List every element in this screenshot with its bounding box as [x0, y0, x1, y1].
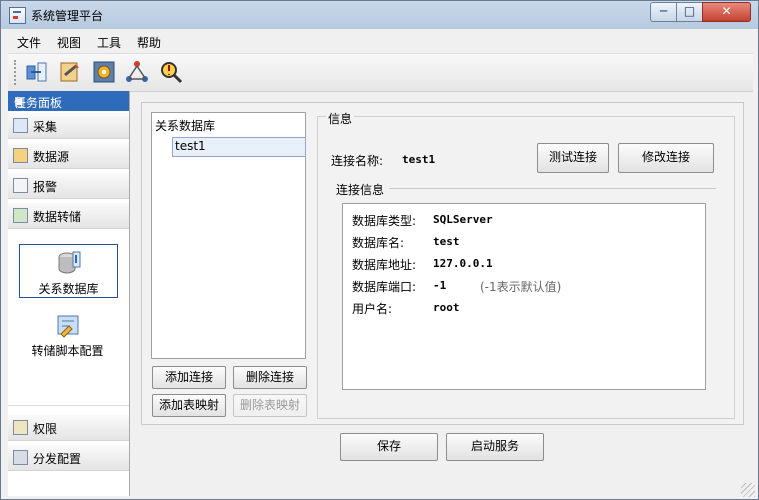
nav-item-relational-database[interactable]: 关系数据库	[19, 244, 118, 298]
topology-tool-icon[interactable]	[123, 58, 151, 86]
taskpane-group-label: 数据源	[33, 150, 70, 164]
taskpane-group-label: 分发配置	[33, 452, 82, 466]
close-button[interactable]: ✕	[702, 2, 751, 22]
details-divider	[336, 188, 716, 189]
db-port-label: 数据库端口:	[352, 280, 417, 294]
db-port-value: -1	[433, 279, 447, 292]
alarm-icon	[13, 178, 28, 193]
db-name-value: test	[433, 235, 460, 248]
info-group: 信息 连接名称: test1 测试连接 修改连接 连接信息 数据库类型: SQL…	[317, 110, 735, 419]
resize-grip[interactable]	[741, 483, 755, 497]
menu-tools[interactable]: 工具	[97, 34, 121, 51]
taskpane-group-label: 数据转储	[33, 210, 82, 224]
db-port-hint: (-1表示默认值)	[480, 280, 562, 294]
menu-help[interactable]: 帮助	[137, 34, 161, 51]
db-type-value: SQLServer	[433, 213, 493, 226]
db-name-label: 数据库名:	[352, 236, 405, 250]
add-connection-button[interactable]: 添加连接	[152, 366, 226, 389]
connection-tool-icon[interactable]	[23, 58, 51, 86]
permission-icon	[13, 420, 28, 435]
collect-icon	[13, 118, 28, 133]
connection-name-label: 连接名称:	[331, 154, 384, 168]
toolbar	[8, 53, 753, 92]
script-config-icon	[57, 315, 79, 338]
taskpane-group-alarm[interactable]: 报警	[8, 173, 129, 199]
menu-file[interactable]: 文件	[17, 34, 41, 51]
database-list-header: 关系数据库	[155, 119, 216, 133]
taskpane-group-data-transfer[interactable]: 数据转储	[8, 203, 129, 229]
menu-bar: 文件 视图 工具 帮助	[8, 30, 753, 52]
db-address-label: 数据库地址:	[352, 258, 417, 272]
distribution-icon	[13, 450, 28, 465]
delete-table-mapping-button: 删除表映射	[233, 394, 307, 417]
close-icon[interactable]: ×	[14, 94, 24, 108]
database-list-item-label: test1	[175, 139, 206, 153]
settings-tool-icon[interactable]	[90, 58, 118, 86]
taskpane-group-distribution[interactable]: 分发配置	[8, 445, 129, 471]
app-icon	[9, 7, 26, 24]
taskpane-group-collect[interactable]: 采集	[8, 113, 129, 139]
datasource-tool-icon[interactable]	[56, 58, 84, 86]
start-service-button[interactable]: 启动服务	[446, 433, 544, 461]
taskpane-group-label: 采集	[33, 120, 58, 134]
taskpane-group-label: 权限	[33, 422, 58, 436]
details-legend: 连接信息	[336, 181, 390, 198]
save-button[interactable]: 保存	[340, 433, 438, 461]
main-window: 系统管理平台 ─ □ ✕ 文件 视图 工具 帮助 任务面板 ▣ × 采集 数据源…	[0, 0, 759, 500]
menu-view[interactable]: 视图	[57, 34, 81, 51]
taskpane-group-permission[interactable]: 权限	[8, 415, 129, 441]
taskpane-group-datasource[interactable]: 数据源	[8, 143, 129, 169]
title-bar: 系统管理平台 ─ □ ✕	[1, 1, 758, 29]
alarm-search-icon[interactable]	[157, 58, 185, 86]
db-address-value: 127.0.0.1	[433, 257, 493, 270]
task-panel-header: 任务面板 ▣ ×	[8, 91, 129, 111]
task-panel: 任务面板 ▣ × 采集 数据源 报警 数据转储 关系数据库 转储脚本配置 权限 …	[8, 91, 130, 496]
database-icon	[58, 251, 81, 274]
minimize-button[interactable]: ─	[650, 2, 677, 22]
connection-details-box: 数据库类型: SQLServer 数据库名: test 数据库地址: 127.0…	[342, 203, 706, 390]
info-legend: 信息	[326, 110, 355, 127]
window-title: 系统管理平台	[31, 9, 104, 23]
taskpane-group-label: 报警	[33, 180, 58, 194]
database-list[interactable]: 关系数据库 test1	[151, 112, 306, 359]
username-value: root	[433, 301, 460, 314]
nav-item-label: 转储脚本配置	[31, 344, 104, 358]
username-label: 用户名:	[352, 302, 393, 316]
connection-name-value: test1	[402, 153, 436, 166]
datasource-icon	[13, 148, 28, 163]
database-list-item[interactable]: test1	[172, 137, 306, 157]
data-transfer-icon	[13, 208, 28, 223]
db-type-label: 数据库类型:	[352, 214, 417, 228]
delete-connection-button[interactable]: 删除连接	[233, 366, 307, 389]
nav-item-label: 关系数据库	[38, 282, 99, 296]
modify-connection-button[interactable]: 修改连接	[618, 143, 714, 173]
nav-item-script-config[interactable]: 转储脚本配置	[19, 307, 116, 359]
test-connection-button[interactable]: 测试连接	[537, 143, 609, 173]
add-table-mapping-button[interactable]: 添加表映射	[152, 394, 226, 417]
content-area: 关系数据库 test1 添加连接 删除连接 添加表映射 删除表映射 信息 连接名…	[141, 102, 744, 425]
maximize-button[interactable]: □	[676, 2, 703, 22]
toolbar-grip[interactable]	[14, 60, 18, 85]
data-transfer-panel: 关系数据库 转储脚本配置	[8, 237, 129, 406]
